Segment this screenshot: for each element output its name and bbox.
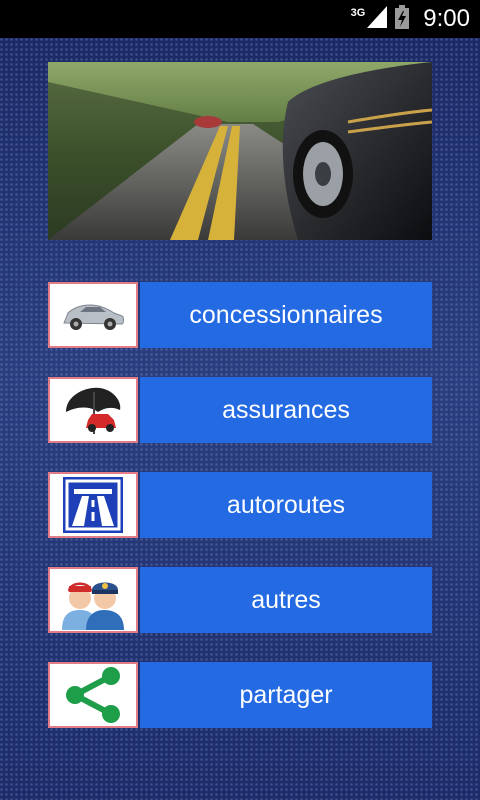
status-bar: 3G 9:00: [0, 0, 480, 38]
status-icons: 3G 9:00: [351, 0, 470, 38]
menu-label: partager: [140, 662, 432, 728]
menu-item-concessionnaires[interactable]: concessionnaires: [48, 282, 432, 348]
people-icon: [48, 567, 138, 633]
menu-label: autres: [140, 567, 432, 633]
menu-label: autoroutes: [140, 472, 432, 538]
car-icon: [48, 282, 138, 348]
menu-item-autoroutes[interactable]: autoroutes: [48, 472, 432, 538]
hero-image: [48, 62, 432, 240]
menu-label: concessionnaires: [140, 282, 432, 348]
highway-sign-icon: [48, 472, 138, 538]
signal-icon: [367, 5, 388, 33]
menu-item-partager[interactable]: partager: [48, 662, 432, 728]
menu-label: assurances: [140, 377, 432, 443]
umbrella-car-icon: [48, 377, 138, 443]
menu-item-autres[interactable]: autres: [48, 567, 432, 633]
share-icon: [48, 662, 138, 728]
clock: 9:00: [423, 5, 470, 32]
network-type-label: 3G: [350, 7, 366, 19]
menu-item-assurances[interactable]: assurances: [48, 377, 432, 443]
battery-icon: [395, 4, 410, 34]
